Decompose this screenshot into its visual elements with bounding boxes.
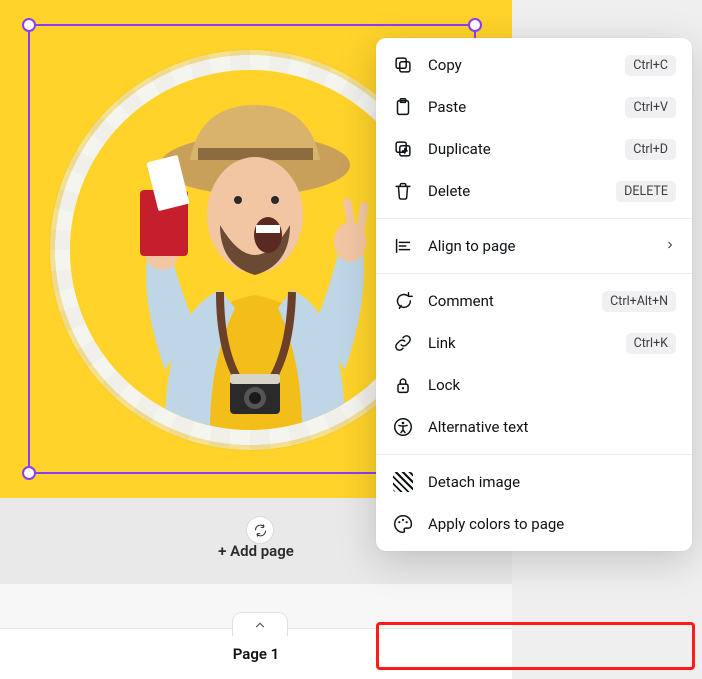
menu-item-detach-image[interactable]: Detach image [376,461,692,503]
menu-item-label: Lock [428,376,676,394]
menu-item-shortcut: Ctrl+Alt+N [602,291,676,312]
menu-item-shortcut: Ctrl+C [625,55,676,76]
align-icon [392,235,414,257]
menu-item-label: Delete [428,182,602,200]
menu-separator [376,218,692,219]
menu-item-shortcut: Ctrl+K [626,333,676,354]
menu-item-delete[interactable]: Delete DELETE [376,170,692,212]
comment-icon [392,290,414,312]
menu-item-label: Copy [428,56,611,74]
menu-item-label: Detach image [428,473,676,491]
link-icon [392,332,414,354]
menu-item-label: Comment [428,292,588,310]
menu-separator [376,454,692,455]
detach-icon [392,471,414,493]
menu-item-label: Apply colors to page [428,515,676,533]
resize-handle-top-left[interactable] [22,18,36,32]
copy-icon [392,54,414,76]
menu-separator [376,273,692,274]
resize-handle-top-right[interactable] [468,18,482,32]
duplicate-icon [392,138,414,160]
lock-icon [392,374,414,396]
menu-item-shortcut: Ctrl+D [625,139,676,160]
accessibility-icon [392,416,414,438]
context-menu: Copy Ctrl+C Paste Ctrl+V Duplicate Ctrl+… [376,38,692,551]
paste-icon [392,96,414,118]
menu-item-duplicate[interactable]: Duplicate Ctrl+D [376,128,692,170]
trash-icon [392,180,414,202]
palette-icon [392,513,414,535]
menu-item-label: Link [428,334,612,352]
menu-item-label: Align to page [428,237,644,255]
menu-item-apply-colors-to-page[interactable]: Apply colors to page [376,503,692,545]
menu-item-label: Duplicate [428,140,611,158]
menu-item-comment[interactable]: Comment Ctrl+Alt+N [376,280,692,322]
menu-item-shortcut: DELETE [616,181,676,202]
menu-item-alternative-text[interactable]: Alternative text [376,406,692,448]
menu-item-lock[interactable]: Lock [376,364,692,406]
menu-item-link[interactable]: Link Ctrl+K [376,322,692,364]
menu-item-paste[interactable]: Paste Ctrl+V [376,86,692,128]
menu-item-shortcut: Ctrl+V [625,97,676,118]
menu-item-label: Alternative text [428,418,676,436]
chevron-right-icon [658,237,676,255]
menu-item-align-to-page[interactable]: Align to page [376,225,692,267]
menu-item-copy[interactable]: Copy Ctrl+C [376,44,692,86]
page-number-label: Page 1 [0,628,512,679]
resize-handle-bottom-left[interactable] [22,466,36,480]
menu-item-label: Paste [428,98,611,116]
